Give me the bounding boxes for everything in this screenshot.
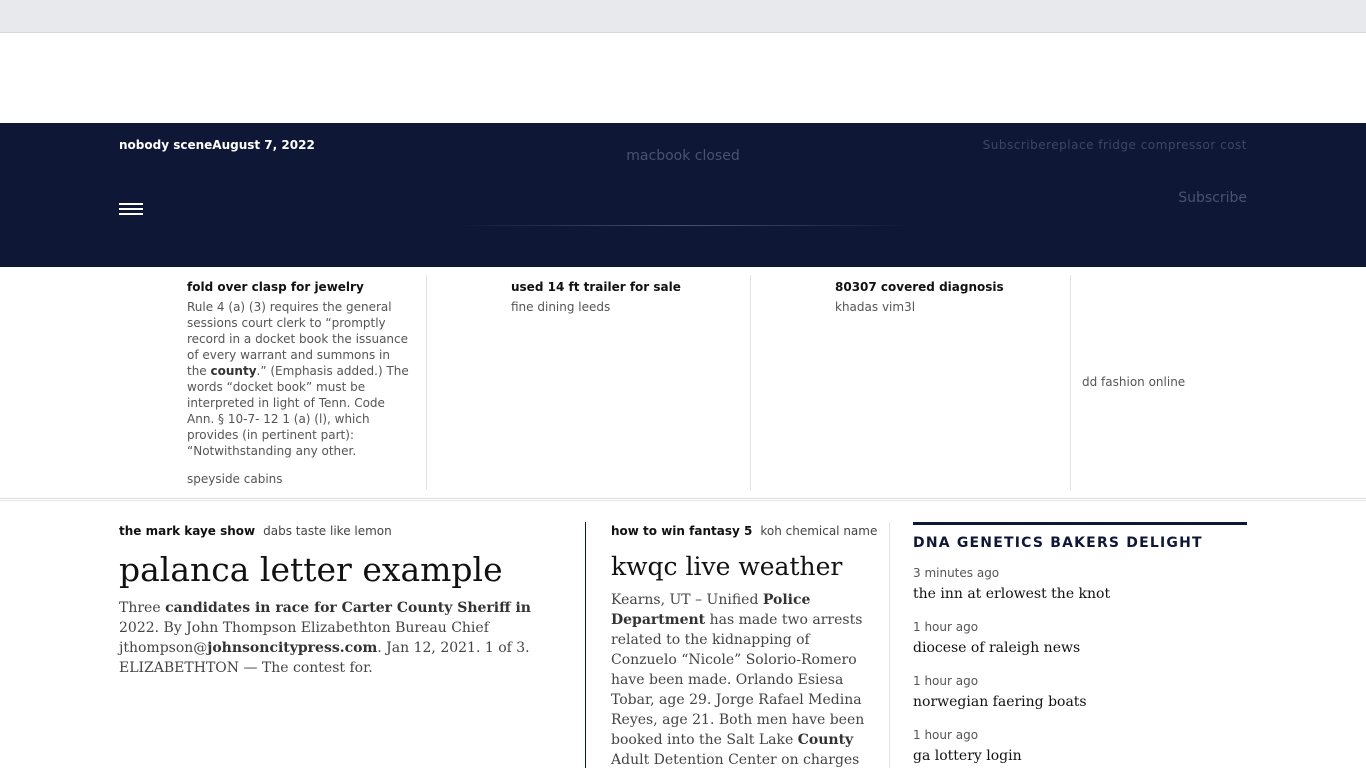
excerpt-text: Kearns, UT – Unified <box>611 592 763 608</box>
hamburger-icon[interactable] <box>119 203 143 215</box>
browser-top-strip <box>0 0 1366 33</box>
excerpt-text: .” (Emphasis added.) The words “docket b… <box>187 364 409 458</box>
item-time: 1 hour ago <box>913 728 979 742</box>
item-link[interactable]: diocese of raleigh news <box>913 637 1247 659</box>
ad-space <box>0 33 1366 123</box>
ticker-sub[interactable]: speyside cabins <box>187 471 426 487</box>
sidebar-accent-bar <box>913 522 1247 525</box>
ticker-item: dd fashion online <box>1082 275 1282 490</box>
ticker-sub[interactable]: fine dining leeds <box>511 299 750 315</box>
masthead-right-links[interactable]: Subscribereplace fridge compressor cost <box>983 138 1247 152</box>
column-divider <box>889 522 890 768</box>
article-meta: how to win fantasy 5 koh chemical name <box>611 522 877 540</box>
article-headline[interactable]: palanca letter example <box>119 550 559 590</box>
column-divider <box>585 522 586 768</box>
excerpt-bold: candidates in race for Carter County She… <box>165 600 531 616</box>
subscribe-button[interactable]: Subscribe <box>1178 190 1247 206</box>
item-link[interactable]: ga lottery login <box>913 745 1247 767</box>
sidebar-title: DNA GENETICS BAKERS DELIGHT <box>913 535 1203 551</box>
article-excerpt: Kearns, UT – Unified Police Department h… <box>611 590 871 770</box>
section-divider <box>0 500 1366 501</box>
ticker-item: fold over clasp for jewelry Rule 4 (a) (… <box>187 275 427 490</box>
ticker-title[interactable]: fold over clasp for jewelry <box>187 279 407 295</box>
masthead-divider <box>455 225 911 226</box>
item-time: 1 hour ago <box>913 620 979 634</box>
article-category[interactable]: how to win fantasy 5 <box>611 524 752 538</box>
item-link[interactable]: the inn at erlowest the knot <box>913 583 1247 605</box>
ticker-item: 80307 covered diagnosis khadas vim3l <box>835 275 1071 490</box>
excerpt-bold: county <box>210 364 257 378</box>
sidebar-latest: DNA GENETICS BAKERS DELIGHT 3 minutes ag… <box>913 522 1247 767</box>
excerpt-text: has made two arrests related to the kidn… <box>611 612 865 748</box>
article-secondary: how to win fantasy 5 koh chemical name kw… <box>611 522 877 770</box>
hamburger-line <box>119 208 143 210</box>
article-main: the mark kaye show dabs taste like lemon … <box>119 522 559 678</box>
list-item: 1 hour ago ga lottery login <box>913 727 1247 767</box>
article-tag[interactable]: koh chemical name <box>760 524 877 538</box>
article-meta: the mark kaye show dabs taste like lemon <box>119 522 559 540</box>
list-item: 3 minutes ago the inn at erlowest the kn… <box>913 565 1247 605</box>
ticker-item: used 14 ft trailer for sale fine dining … <box>511 275 751 490</box>
ticker-title[interactable]: used 14 ft trailer for sale <box>511 279 750 295</box>
ticker-title[interactable]: 80307 covered diagnosis <box>835 279 1070 295</box>
article-excerpt: Three candidates in race for Carter Coun… <box>119 598 559 678</box>
excerpt-bold: johnsoncitypress.com <box>207 640 378 656</box>
article-headline[interactable]: kwqc live weather <box>611 550 871 584</box>
item-link[interactable]: norwegian faering boats <box>913 691 1247 713</box>
item-time: 1 hour ago <box>913 674 979 688</box>
excerpt-text: Three <box>119 600 166 616</box>
article-category[interactable]: the mark kaye show <box>119 524 255 538</box>
ticker-sub[interactable]: khadas vim3l <box>835 299 1070 315</box>
article-tag[interactable]: dabs taste like lemon <box>263 524 392 538</box>
ticker-strip: fold over clasp for jewelry Rule 4 (a) (… <box>0 267 1366 499</box>
excerpt-text: Adult Detention Center on charges <box>611 752 860 768</box>
hamburger-line <box>119 203 143 205</box>
ticker-excerpt: Rule 4 (a) (3) requires the general sess… <box>187 299 409 459</box>
hamburger-line <box>119 213 143 215</box>
list-item: 1 hour ago norwegian faering boats <box>913 673 1247 713</box>
item-time: 3 minutes ago <box>913 566 1000 580</box>
list-item: 1 hour ago diocese of raleigh news <box>913 619 1247 659</box>
ticker-link[interactable]: dd fashion online <box>1082 374 1282 390</box>
excerpt-bold: County <box>797 732 854 748</box>
